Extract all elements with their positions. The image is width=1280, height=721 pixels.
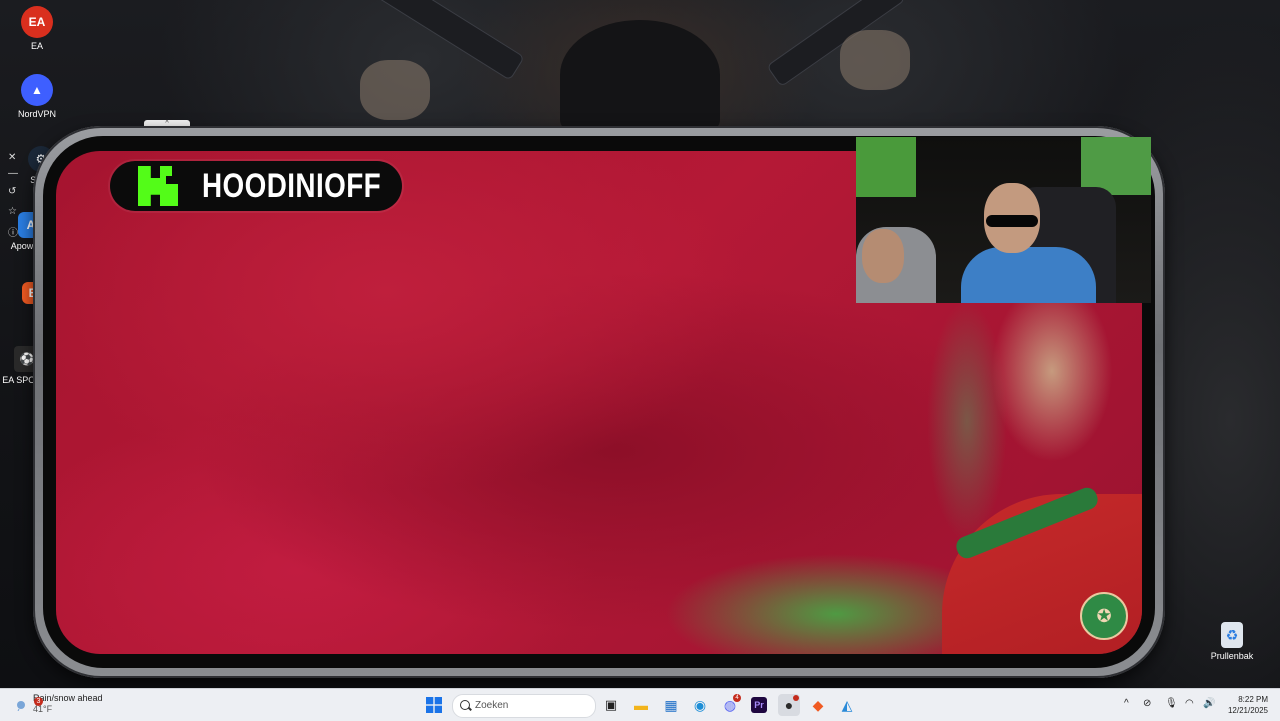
webcam-person-left-head xyxy=(862,229,904,283)
show-hidden-icons-chevron[interactable]: ^ xyxy=(1124,698,1129,709)
discord-button[interactable]: ◍ 4 xyxy=(719,694,741,716)
clock-date: 12/21/2025 xyxy=(1227,706,1268,715)
search-placeholder: Zoeken xyxy=(475,700,509,711)
file-explorer-icon: ▬ xyxy=(634,697,648,713)
desktop-icon-recycle-bin[interactable]: ♻ Prullenbak xyxy=(1202,622,1262,661)
premiere-pro-button[interactable]: Pr xyxy=(748,694,770,716)
desktop-icon-label: NordVPN xyxy=(17,109,56,119)
taskbar: 3 Rain/snow ahead 41°F Zoeken ▣ ▬ ▦ ◉ ◍ … xyxy=(0,688,1280,721)
channel-badge: HOODINIOFF xyxy=(110,161,402,211)
task-view-button[interactable]: ▣ xyxy=(600,694,622,716)
nordvpn-icon: ▲ xyxy=(21,74,53,106)
recycle-bin-icon: ♻ xyxy=(1221,622,1243,648)
microsoft-store-button[interactable]: ▦ xyxy=(660,694,682,716)
edge-button[interactable]: ◉ xyxy=(689,694,711,716)
clock-time: 8:22 PM xyxy=(1238,695,1268,704)
microsoft-store-icon: ▦ xyxy=(664,696,678,713)
weather-badge: 3 xyxy=(34,697,43,706)
desktop-icon-label: EA xyxy=(30,41,43,51)
wallpaper-head xyxy=(560,20,720,130)
webcam-background xyxy=(856,137,916,197)
wallpaper-hand xyxy=(840,30,910,90)
app-icon: ◭ xyxy=(841,696,853,713)
desktop-icon-ea[interactable]: EA EA xyxy=(7,6,67,51)
wifi-icon[interactable]: ◠ xyxy=(1185,698,1194,709)
webcam-sunglasses xyxy=(986,215,1038,227)
webcam-feed xyxy=(856,137,1151,303)
file-explorer-button[interactable]: ▬ xyxy=(630,694,652,716)
kick-logo-icon xyxy=(138,166,178,206)
obs-icon: ● xyxy=(784,697,794,713)
edge-icon: ◉ xyxy=(693,696,707,713)
premiere-pro-icon: Pr xyxy=(751,697,767,713)
discord-badge: 4 xyxy=(733,694,741,702)
crest-glyph: ✪ xyxy=(1096,605,1112,626)
weather-icon xyxy=(17,701,25,711)
team-crest-icon: ✪ xyxy=(1080,592,1128,640)
obs-badge xyxy=(793,695,799,701)
task-view-icon: ▣ xyxy=(604,697,618,712)
search-input[interactable]: Zoeken xyxy=(452,694,596,718)
wallpaper-hand xyxy=(360,60,430,120)
webcam-person-right xyxy=(961,247,1096,303)
brave-browser-button[interactable]: ◆ xyxy=(807,694,829,716)
network-off-icon[interactable]: ⊘ xyxy=(1143,698,1151,709)
desktop-icon-nordvpn[interactable]: ▲ NordVPN xyxy=(7,74,67,119)
weather-temp: 41°F xyxy=(33,704,53,714)
weather-widget[interactable]: 3 Rain/snow ahead 41°F xyxy=(14,693,103,715)
weather-text: Rain/snow ahead xyxy=(33,693,103,703)
app-button[interactable]: ◭ xyxy=(836,694,858,716)
desktop-icon-label: Prullenbak xyxy=(1210,651,1254,661)
system-clock[interactable]: 8:22 PM 12/21/2025 xyxy=(1228,694,1268,716)
microphone-icon[interactable]: 🎙 xyxy=(1165,698,1178,709)
search-icon xyxy=(460,700,470,710)
refresh-icon[interactable]: ↺ xyxy=(8,186,16,197)
channel-name: HOODINIOFF xyxy=(202,167,382,205)
ea-icon: EA xyxy=(21,6,53,38)
volume-icon[interactable]: 🔊 xyxy=(1203,698,1215,709)
windows-icon xyxy=(426,697,442,713)
start-button[interactable] xyxy=(423,694,445,716)
brave-browser-icon: ◆ xyxy=(812,696,824,713)
desktop-icon-label: Apow xyxy=(10,241,34,251)
obs-button[interactable]: ● xyxy=(778,694,800,716)
